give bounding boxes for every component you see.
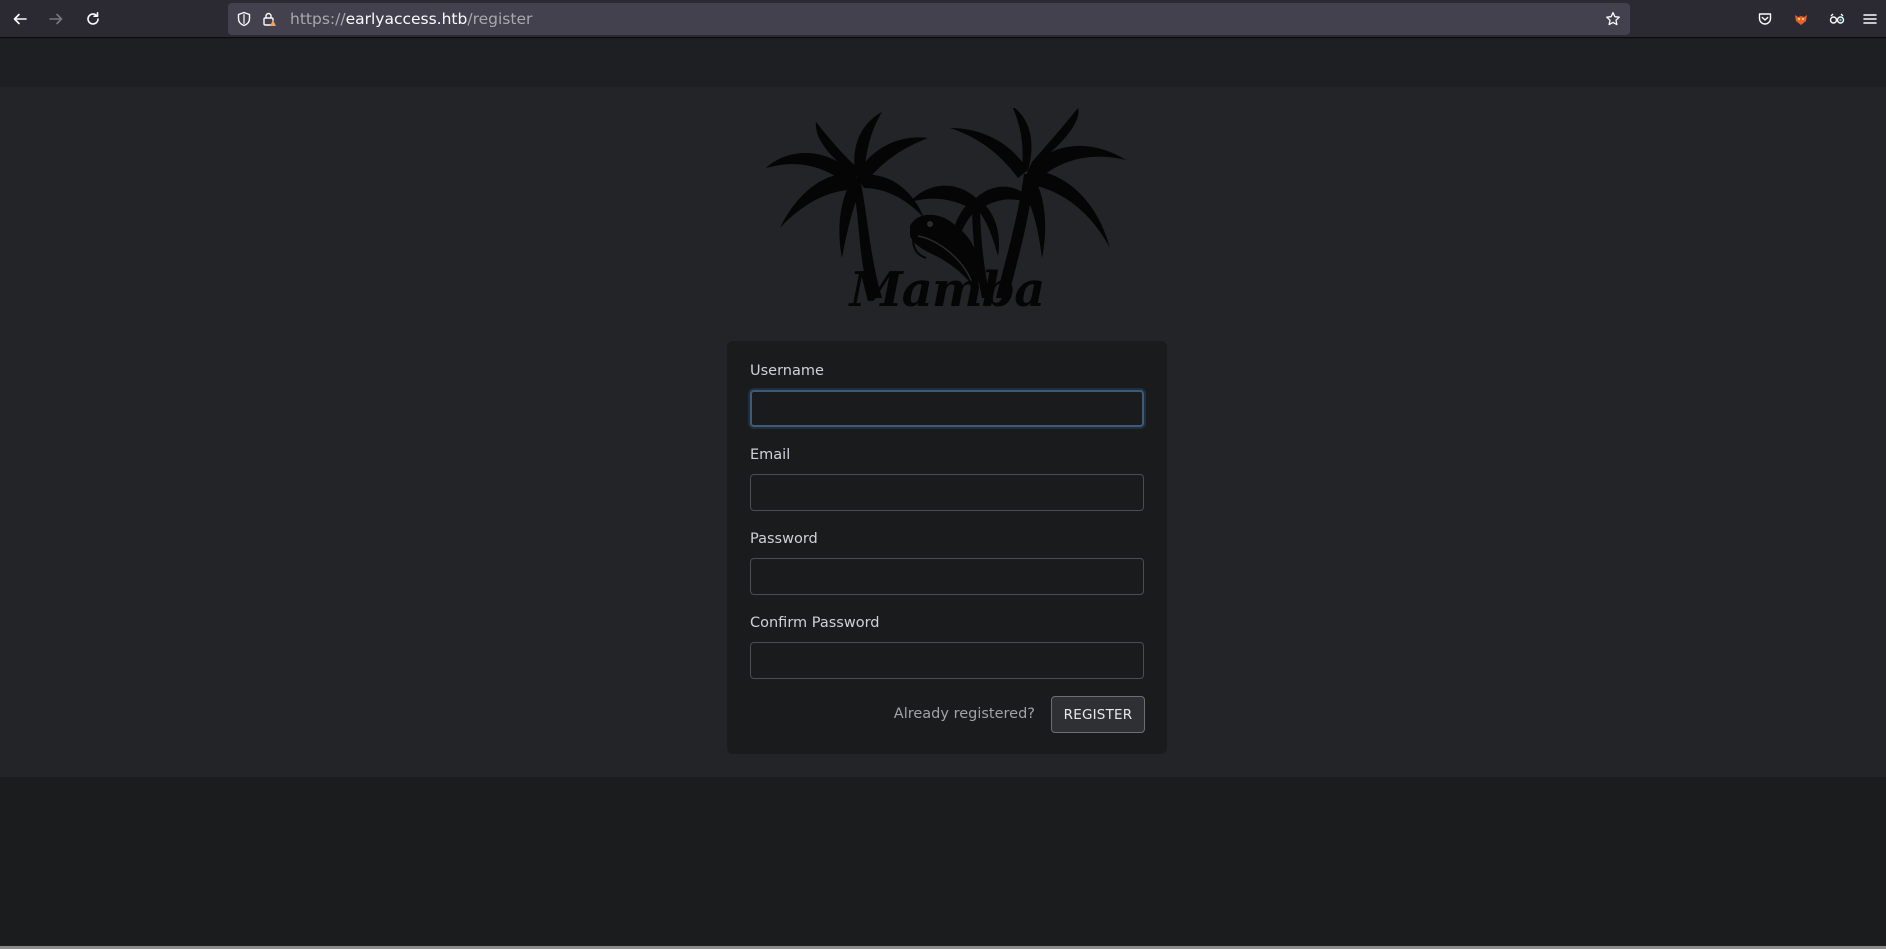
url-path: /register bbox=[467, 10, 533, 28]
url-scheme: https:// bbox=[290, 10, 346, 28]
glasses-extension-button[interactable] bbox=[1821, 4, 1853, 34]
pocket-button[interactable] bbox=[1749, 4, 1781, 34]
forward-button[interactable] bbox=[40, 4, 72, 34]
menu-button[interactable] bbox=[1854, 4, 1886, 34]
url-bar[interactable]: https://earlyaccess.htb/register bbox=[228, 3, 1630, 35]
username-label: Username bbox=[750, 363, 824, 379]
hamburger-menu-icon bbox=[1862, 11, 1878, 27]
password-label: Password bbox=[750, 531, 818, 547]
mamba-logo: Mamba bbox=[760, 106, 1134, 318]
back-button[interactable] bbox=[4, 4, 36, 34]
arrow-right-icon bbox=[48, 11, 64, 27]
page-header-band bbox=[0, 39, 1886, 87]
confirm-password-input[interactable] bbox=[750, 642, 1144, 679]
register-form: Username Email Password Confirm Password… bbox=[727, 341, 1167, 754]
fox-extension-icon bbox=[1793, 11, 1809, 27]
password-input[interactable] bbox=[750, 558, 1144, 595]
star-icon[interactable] bbox=[1605, 11, 1621, 27]
url-host: earlyaccess.htb bbox=[345, 10, 468, 28]
confirm-password-label: Confirm Password bbox=[750, 615, 880, 631]
page-footer-band bbox=[0, 777, 1886, 946]
fox-extension-button[interactable] bbox=[1785, 4, 1817, 34]
username-input[interactable] bbox=[750, 390, 1144, 427]
lock-warning-icon[interactable] bbox=[261, 11, 277, 27]
arrow-left-icon bbox=[12, 11, 28, 27]
browser-toolbar: https://earlyaccess.htb/register bbox=[0, 0, 1886, 38]
svg-text:Mamba: Mamba bbox=[848, 262, 1045, 318]
register-button[interactable]: REGISTER bbox=[1051, 696, 1145, 733]
already-registered-link[interactable]: Already registered? bbox=[894, 706, 1035, 722]
reload-icon bbox=[85, 11, 101, 27]
pocket-icon bbox=[1757, 11, 1773, 27]
email-input[interactable] bbox=[750, 474, 1144, 511]
email-label: Email bbox=[750, 447, 791, 463]
url-text[interactable]: https://earlyaccess.htb/register bbox=[290, 9, 532, 29]
glasses-extension-icon bbox=[1829, 11, 1845, 27]
reload-button[interactable] bbox=[77, 4, 109, 34]
shield-icon[interactable] bbox=[236, 11, 252, 27]
